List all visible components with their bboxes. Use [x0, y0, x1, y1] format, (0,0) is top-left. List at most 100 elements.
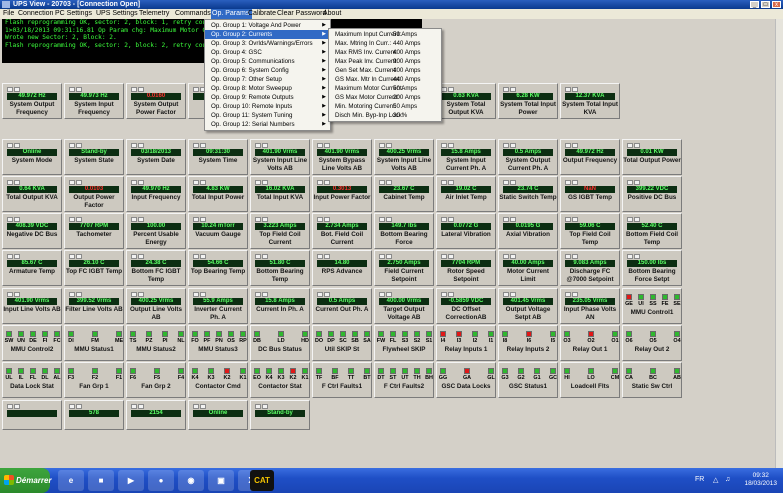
telemetry-tile[interactable]: 0.01 KW Total Output Power: [622, 139, 682, 175]
telemetry-tile[interactable]: 55.9 Amps Inverter Current Ph. A: [188, 288, 248, 324]
menu-pc-settings[interactable]: PC Settings: [55, 9, 92, 19]
telemetry-tile[interactable]: 15.8 Amps System Input Current Ph. A: [436, 139, 496, 175]
telemetry-tile[interactable]: 9.083 Amps Discharge FC @7000 Setpoint: [560, 250, 620, 286]
minimize-button[interactable]: _: [750, 1, 759, 8]
telemetry-tile[interactable]: 0.63 KVA System Total Output KVA: [436, 83, 496, 119]
telemetry-tile[interactable]: 3.223 Amps Top Field Coil Current: [250, 213, 310, 249]
telemetry-tile[interactable]: Online: [188, 400, 248, 430]
telemetry-tile[interactable]: 49.972 Hz System Output Frequency: [2, 83, 62, 119]
status-tile[interactable]: HI LO CM Loadcell Flts: [560, 362, 620, 398]
telemetry-tile[interactable]: 14.80 RPS Advance: [312, 250, 372, 286]
status-tile[interactable]: DB LD HD DC Bus Status: [250, 325, 310, 361]
menu-telemetry[interactable]: Telemetry: [139, 9, 169, 19]
telemetry-tile[interactable]: -0.5859 VDC DC Offset CorrectionAB: [436, 288, 496, 324]
telemetry-tile[interactable]: 49.972 Hz Output Frequency: [560, 139, 620, 175]
telemetry-tile[interactable]: 03/18/2013 System Date: [126, 139, 186, 175]
volume-icon[interactable]: ♫: [725, 476, 730, 483]
current-param-item[interactable]: Max RMS Inv. Current: 400 Amps: [329, 48, 441, 57]
telemetry-tile[interactable]: 400.25 Vrms System Input Line Volts AB: [374, 139, 434, 175]
status-tile[interactable]: O3 O2 O1 Relay Out 1: [560, 325, 620, 361]
telemetry-tile[interactable]: 40.00 Amps Motor Current Limit: [498, 250, 558, 286]
status-tile[interactable]: CA BC AB Static Sw Ctrl: [622, 362, 682, 398]
op-group-item-10[interactable]: Op. Group 10: Remote Inputs ▶: [205, 102, 330, 111]
telemetry-tile[interactable]: [2, 400, 62, 430]
telemetry-tile[interactable]: 6.28 KW System Total Input Power: [498, 83, 558, 119]
telemetry-tile[interactable]: 401.90 Vrms System Input Line Volts AB: [250, 139, 310, 175]
telemetry-tile[interactable]: Stand-by System State: [64, 139, 124, 175]
telemetry-tile[interactable]: 2154: [126, 400, 186, 430]
start-button[interactable]: Démarrer: [0, 468, 52, 493]
clock[interactable]: 09:32 18/03/2013: [744, 472, 777, 488]
status-tile[interactable]: K4 K3 K2 K1 Contactor Cmd: [188, 362, 248, 398]
taskbar-ie-icon[interactable]: e: [58, 470, 84, 491]
telemetry-tile[interactable]: 49.970 Hz Input Frequency: [126, 176, 186, 212]
telemetry-tile[interactable]: 150.00 lbs Bottom Bearing Force Setpt: [622, 250, 682, 286]
menu-about[interactable]: About: [323, 9, 341, 19]
current-param-item[interactable]: Max Peak Inv. Current: 900 Amps: [329, 57, 441, 66]
telemetry-tile[interactable]: 26.10 C Top FC IGBT Temp: [64, 250, 124, 286]
telemetry-tile[interactable]: 408.39 VDC Negative DC Bus: [2, 213, 62, 249]
telemetry-tile[interactable]: 2.734 Amps Bot. Field Coil Current: [312, 213, 372, 249]
status-tile[interactable]: I8 I6 I5 Relay Inputs 2: [498, 325, 558, 361]
op-group-item-12[interactable]: Op. Group 12: Serial Numbers ▶: [205, 120, 330, 129]
telemetry-tile[interactable]: 7704 RPM Rotor Speed Setpoint: [436, 250, 496, 286]
status-tile[interactable]: DO DP SC SB SA Util SKIP St: [312, 325, 372, 361]
menu-clear-password[interactable]: Clear Password: [277, 9, 326, 19]
status-tile[interactable]: G3 G2 G1 GC GSC Status1: [498, 362, 558, 398]
op-group-item-11[interactable]: Op. Group 11: System Tuning ▶: [205, 111, 330, 120]
telemetry-tile[interactable]: Online System Mode: [2, 139, 62, 175]
op-group-item-8[interactable]: Op. Group 8: Motor Sweepup ▶: [205, 84, 330, 93]
telemetry-tile[interactable]: 401.90 Vrms System Bypass Line Volts AB: [312, 139, 372, 175]
op-group-item-4[interactable]: Op. Group 4: GSC ▶: [205, 48, 330, 57]
current-param-item[interactable]: Gen Set Max. Current: 400 Amps: [329, 66, 441, 75]
telemetry-tile[interactable]: 23.74 C Static Switch Temp: [498, 176, 558, 212]
telemetry-tile[interactable]: 0.0160 System Output Power Factor: [126, 83, 186, 119]
status-tile[interactable]: TS PZ PI NL MMU Status2: [126, 325, 186, 361]
current-param-item[interactable]: Maximum Input Current: 50 Amps: [329, 30, 441, 39]
telemetry-tile[interactable]: 85.67 C Armature Temp: [2, 250, 62, 286]
menu-ups-settings[interactable]: UPS Settings: [96, 9, 138, 19]
telemetry-tile[interactable]: 2.750 Amps Field Current Setpoint: [374, 250, 434, 286]
close-button[interactable]: x: [772, 1, 781, 8]
telemetry-tile[interactable]: 19.02 C Air Inlet Temp: [436, 176, 496, 212]
status-tile[interactable]: F6 F5 F4 Fan Grp 2: [126, 362, 186, 398]
current-param-item[interactable]: Disch Min. Byp-Inp Lock: 30 %: [329, 111, 441, 120]
telemetry-tile[interactable]: 10.24 mTorr Vacuum Gauge: [188, 213, 248, 249]
maximize-button[interactable]: □: [761, 1, 770, 8]
telemetry-tile[interactable]: 12.37 KVA System Total Input KVA: [560, 83, 620, 119]
status-tile[interactable]: GG GA GL GSC Data Locks: [436, 362, 496, 398]
telemetry-tile[interactable]: Stand-by: [250, 400, 310, 430]
status-tile[interactable]: TF BF TT BT F Ctrl Faults1: [312, 362, 372, 398]
telemetry-tile[interactable]: 09:31:30 System Time: [188, 139, 248, 175]
menu-commands[interactable]: Commands: [175, 9, 211, 19]
telemetry-tile[interactable]: 0.5 Amps Current Out Ph. A: [312, 288, 372, 324]
telemetry-tile[interactable]: 49.973 Hz System Input Frequency: [64, 83, 124, 119]
telemetry-tile[interactable]: 0.5 Amps System Output Current Ph. A: [498, 139, 558, 175]
telemetry-tile[interactable]: 0.0195 G Axial Vibration: [498, 213, 558, 249]
telemetry-tile[interactable]: 399.22 VDC Positive DC Bus: [622, 176, 682, 212]
telemetry-tile[interactable]: 578: [64, 400, 124, 430]
op-group-item-9[interactable]: Op. Group 9: Remote Outputs ▶: [205, 93, 330, 102]
status-tile[interactable]: FO PF PN OS RP MMU Status3: [188, 325, 248, 361]
telemetry-tile[interactable]: 0.3013 Input Power Factor: [312, 176, 372, 212]
telemetry-tile[interactable]: 16.02 KVA Total Input KVA: [250, 176, 310, 212]
telemetry-tile[interactable]: 23.67 C Cabinet Temp: [374, 176, 434, 212]
menu-file[interactable]: File: [3, 9, 14, 19]
taskbar-folder-icon[interactable]: ■: [88, 470, 114, 491]
telemetry-tile[interactable]: 399.52 Vrms Filter Line Volts AB: [64, 288, 124, 324]
op-group-item-3[interactable]: Op. Group 3: Ovrlds/Warnings/Errors ▶: [205, 39, 330, 48]
taskbar-chrome-icon[interactable]: ◉: [178, 470, 204, 491]
op-group-item-5[interactable]: Op. Group 5: Communications ▶: [205, 57, 330, 66]
taskbar-firefox-icon[interactable]: ●: [148, 470, 174, 491]
current-param-item[interactable]: GS Max Motor Current: 200 Amps: [329, 93, 441, 102]
status-tile[interactable]: O6 O5 O4 Relay Out 2: [622, 325, 682, 361]
telemetry-tile[interactable]: NaN GS IGBT Temp: [560, 176, 620, 212]
status-tile[interactable]: DT ST UT TH BH F Ctrl Faults2: [374, 362, 434, 398]
taskbar-cat-icon[interactable]: CAT: [250, 470, 274, 491]
telemetry-tile[interactable]: 0.0103 Output Power Factor: [64, 176, 124, 212]
status-tile[interactable]: UL IL FL DL AL Data Lock Stat: [2, 362, 62, 398]
telemetry-tile[interactable]: 52.40 C Bottom Field Coil Temp: [622, 213, 682, 249]
op-group-item-7[interactable]: Op. Group 7: Other Setup ▶: [205, 75, 330, 84]
telemetry-tile[interactable]: 235.05 Vrms Input Phase Volts AN: [560, 288, 620, 324]
network-icon[interactable]: △: [713, 476, 718, 484]
